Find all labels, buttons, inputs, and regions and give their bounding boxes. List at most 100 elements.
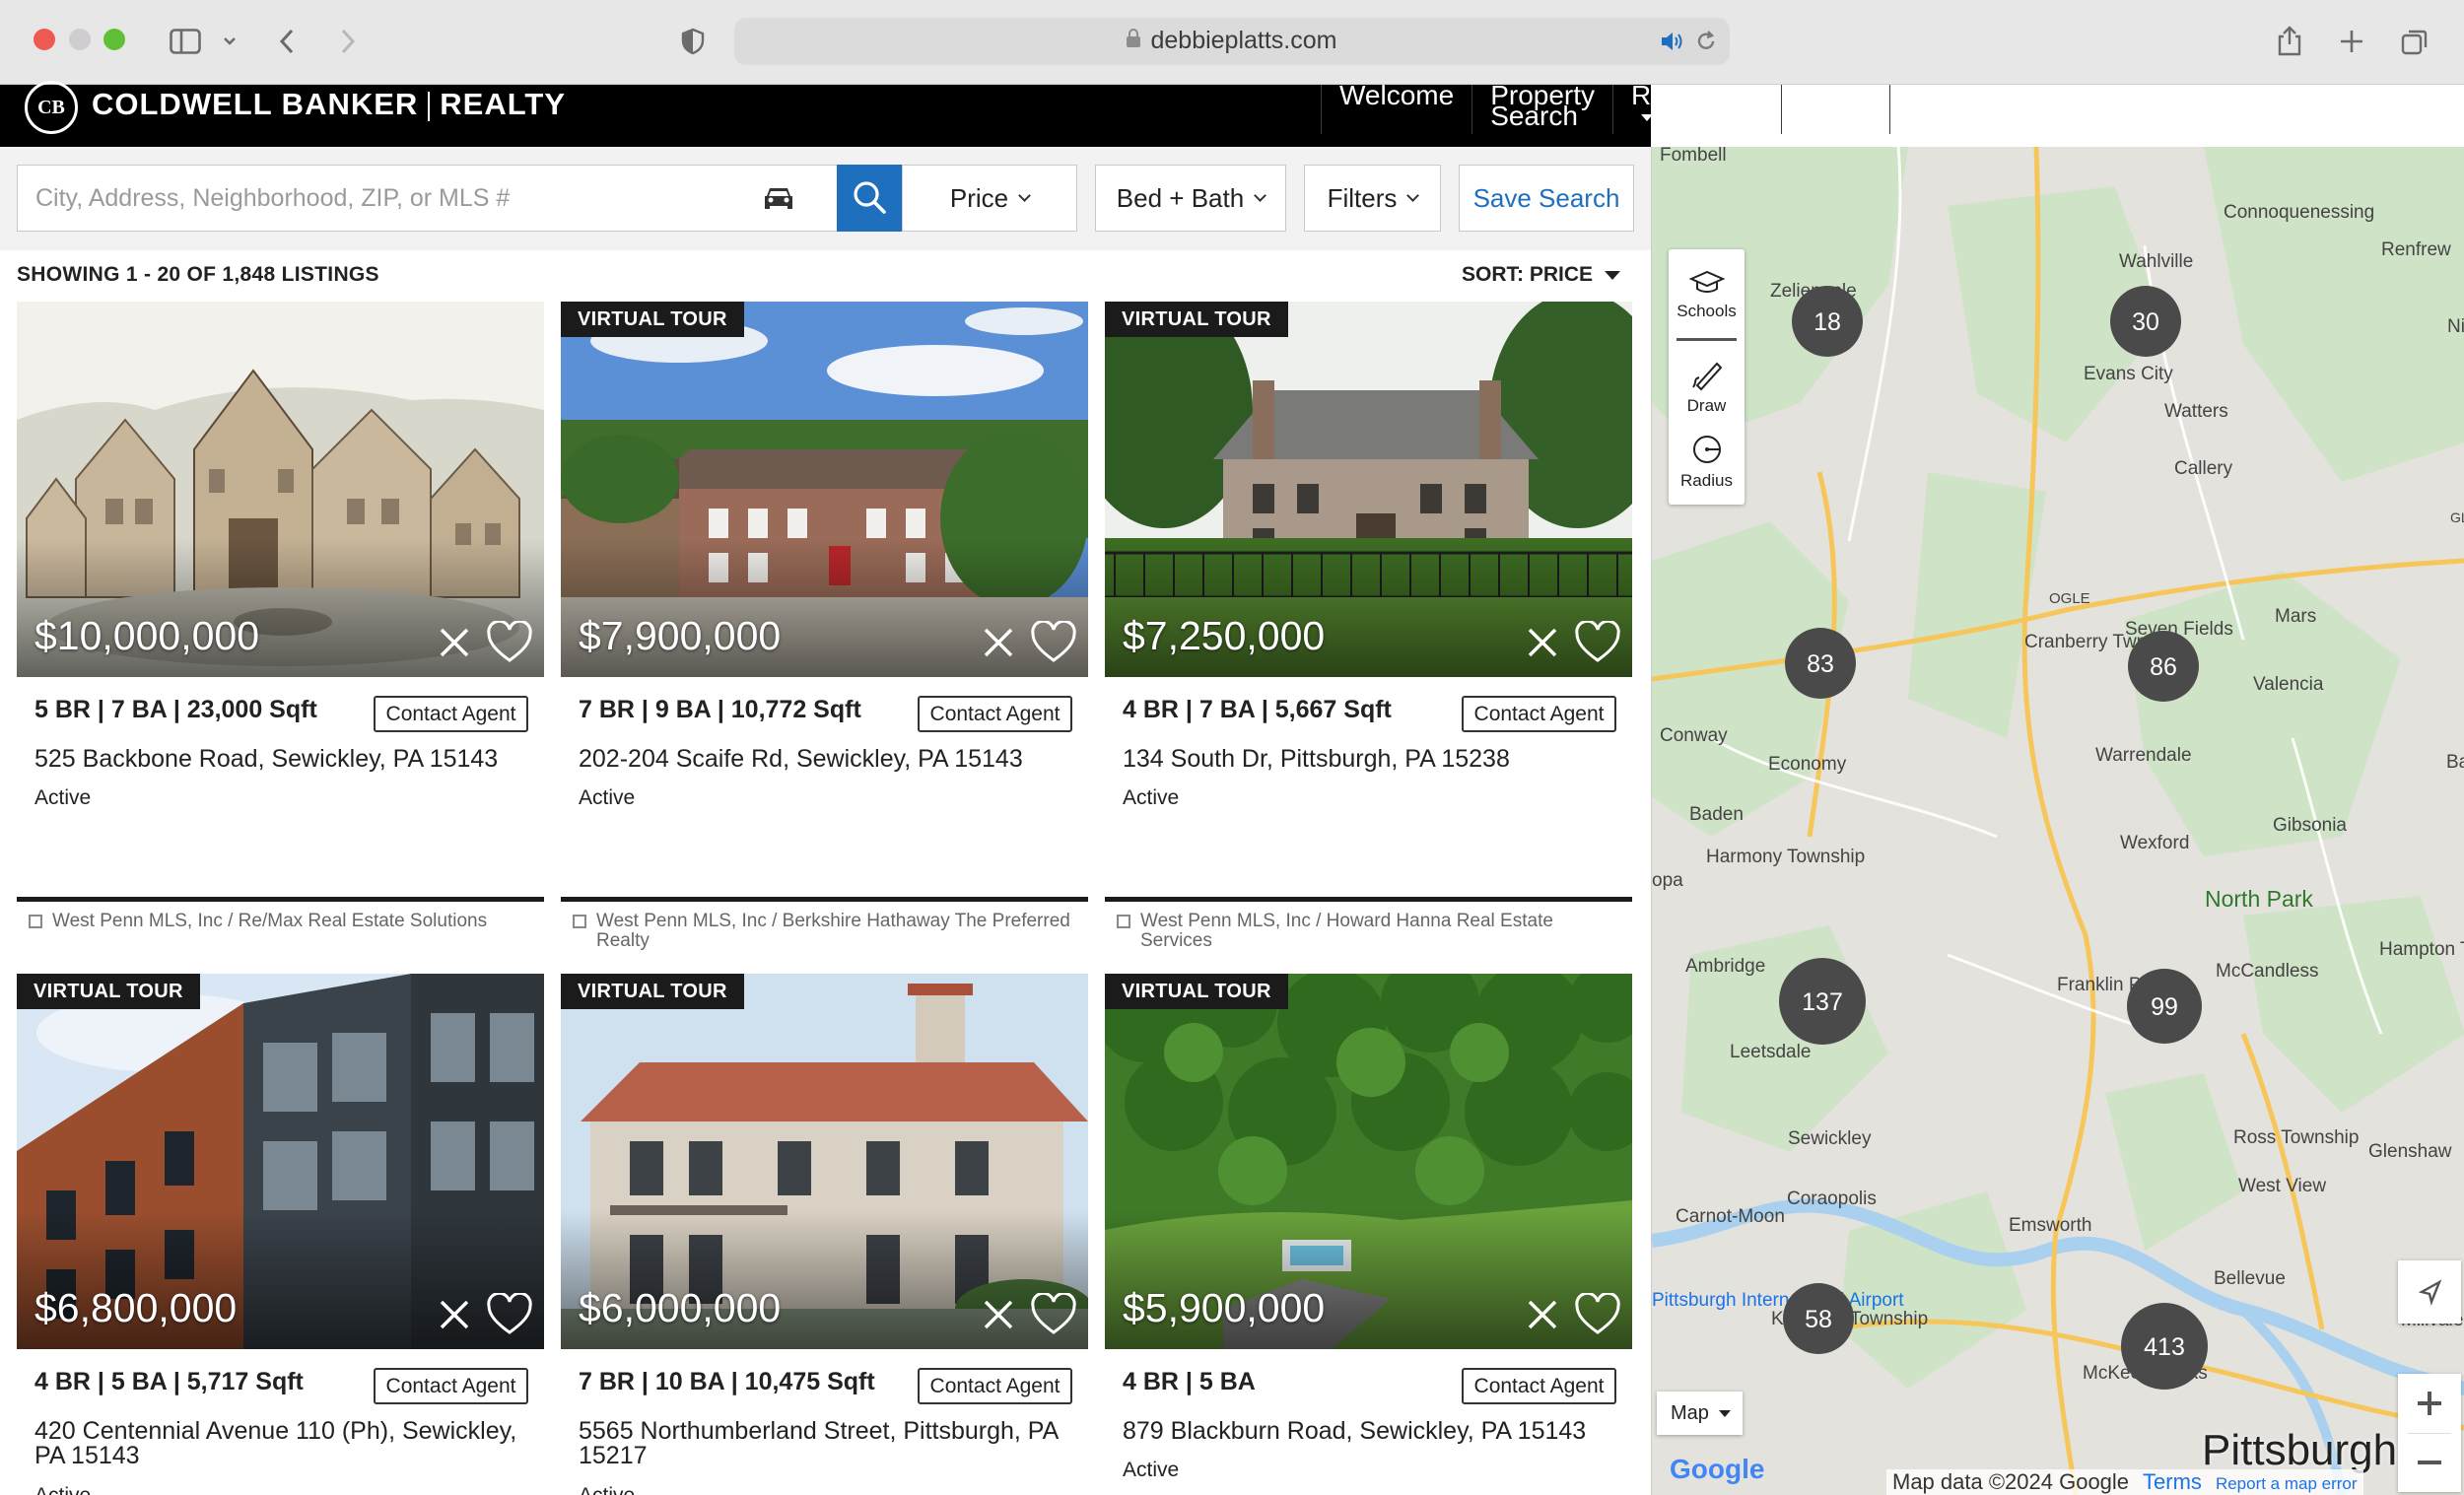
minimize-window-button[interactable] [69, 29, 91, 50]
new-tab-icon[interactable] [2334, 20, 2369, 63]
virtual-tour-badge[interactable]: VIRTUAL TOUR [1105, 302, 1288, 337]
favorite-heart-icon[interactable] [486, 1293, 533, 1336]
brand-divider [428, 91, 431, 121]
filters-button[interactable]: Filters [1304, 165, 1441, 232]
tab-overview-icon[interactable] [2397, 20, 2432, 63]
listing-photo[interactable]: VIRTUAL TOUR $6,800,000 [17, 974, 544, 1349]
map-attribution: Map data ©2024 Google Terms Report a map e… [1886, 1469, 2363, 1495]
dismiss-x-icon[interactable] [438, 626, 471, 659]
zoom-window-button[interactable] [103, 29, 125, 50]
virtual-tour-badge[interactable]: VIRTUAL TOUR [1105, 974, 1288, 1009]
zoom-out-button[interactable] [2398, 1433, 2461, 1492]
listing-stats: 7 BR | 10 BA | 10,475 Sqft [579, 1368, 875, 1395]
listing-photo[interactable]: VIRTUAL TOUR $7,900,000 [561, 302, 1088, 677]
listing-mls-source: West Penn MLS, Inc / Howard Hanna Real E… [1117, 912, 1629, 951]
listing-photo[interactable]: VIRTUAL TOUR $5,900,000 [1105, 974, 1632, 1349]
speaker-icon[interactable] [1659, 30, 1684, 58]
mls-logo-icon [1117, 915, 1130, 928]
virtual-tour-badge[interactable]: VIRTUAL TOUR [561, 302, 744, 337]
listing-address[interactable]: 5565 Northumberland Street, Pittsburgh, … [579, 1419, 1071, 1468]
dismiss-x-icon[interactable] [1526, 626, 1559, 659]
listing-card[interactable]: VIRTUAL TOUR $7,250,000 4 BR | 7 BA | 5,… [1105, 302, 1632, 952]
locate-me-button[interactable] [2398, 1260, 2461, 1324]
terms-link[interactable]: Terms [2143, 1469, 2202, 1494]
favorite-heart-icon[interactable] [1574, 1293, 1621, 1336]
contact-agent-button[interactable]: Contact Agent [918, 696, 1072, 732]
schools-tool[interactable]: Schools [1669, 267, 1745, 321]
brand-logo[interactable]: CB COLDWELL BANKER REALTY [25, 81, 566, 134]
contact-agent-button[interactable]: Contact Agent [374, 696, 528, 732]
report-map-error-link[interactable]: Report a map error [2216, 1474, 2358, 1493]
listing-status: Active [579, 786, 636, 809]
listing-status: Active [34, 786, 92, 809]
listing-price: $5,900,000 [1123, 1285, 1326, 1330]
share-icon[interactable] [2272, 20, 2307, 63]
listing-address[interactable]: 134 South Dr, Pittsburgh, PA 15238 [1123, 747, 1615, 772]
favorite-heart-icon[interactable] [1574, 621, 1621, 664]
map-place-label: West View [2238, 1176, 2326, 1196]
map-place-label: Evans City [2084, 364, 2173, 384]
virtual-tour-badge[interactable]: VIRTUAL TOUR [17, 974, 200, 1009]
listings-map[interactable]: Fombell Connoquenessing Zelienople Renfr… [1651, 147, 2464, 1495]
commute-car-icon[interactable] [759, 179, 798, 219]
nav-item-resources[interactable]: Resources [1612, 82, 1781, 134]
listing-card[interactable]: VIRTUAL TOUR $7,900,000 7 BR | 9 BA | 10… [561, 302, 1088, 952]
listing-address[interactable]: 202-204 Scaife Rd, Sewickley, PA 15143 [579, 747, 1071, 772]
listing-card[interactable]: $10,000,000 5 BR | 7 BA | 23,000 Sqft Co… [17, 302, 544, 952]
browser-toolbar: debbieplatts.com [0, 0, 2464, 85]
map-place-label: Wahlville [2119, 251, 2193, 272]
chevron-down-icon[interactable] [219, 20, 240, 63]
nav-item-property-search[interactable]: Property Search [1472, 82, 1612, 134]
nav-item-contact[interactable]: Contact Debbie Today [1889, 82, 2021, 151]
dismiss-x-icon[interactable] [982, 1298, 1015, 1331]
contact-agent-button[interactable]: Contact Agent [1462, 696, 1616, 732]
listing-card[interactable]: VIRTUAL TOUR $5,900,000 4 BR | 5 BA Cont… [1105, 974, 1632, 1495]
contact-agent-button[interactable]: Contact Agent [918, 1368, 1072, 1404]
save-search-button[interactable]: Save Search [1459, 165, 1634, 232]
map-place-label: Seven Fields [2125, 619, 2233, 640]
listing-address[interactable]: 420 Centennial Avenue 110 (Ph), Sewickle… [34, 1419, 527, 1468]
map-place-label: Emsworth [2009, 1215, 2091, 1236]
map-city-label: Pittsburgh [2202, 1426, 2398, 1474]
map-place-label: McKees Rocks [2083, 1363, 2208, 1384]
map-place-label: Coraopolis [1787, 1189, 1877, 1209]
privacy-shield-icon[interactable] [678, 20, 708, 63]
address-bar[interactable]: debbieplatts.com [734, 18, 1730, 65]
listing-photo[interactable]: VIRTUAL TOUR $6,000,000 [561, 974, 1088, 1349]
sort-dropdown[interactable]: SORT: PRICE [1462, 263, 1621, 287]
contact-agent-button[interactable]: Contact Agent [1462, 1368, 1616, 1404]
sidebar-toggle-icon[interactable] [166, 20, 205, 63]
zoom-controls [2398, 1374, 2461, 1492]
dismiss-x-icon[interactable] [1526, 1298, 1559, 1331]
listing-status: Active [579, 1484, 635, 1495]
listing-photo[interactable]: $10,000,000 [17, 302, 544, 677]
favorite-heart-icon[interactable] [1030, 621, 1077, 664]
search-input[interactable] [35, 166, 725, 231]
favorite-heart-icon[interactable] [486, 621, 533, 664]
dismiss-x-icon[interactable] [982, 626, 1015, 659]
search-button[interactable] [837, 165, 902, 232]
contact-agent-button[interactable]: Contact Agent [374, 1368, 528, 1404]
virtual-tour-badge[interactable]: VIRTUAL TOUR [561, 974, 744, 1009]
zoom-in-button[interactable] [2398, 1374, 2461, 1433]
forward-icon[interactable] [333, 20, 363, 63]
close-window-button[interactable] [34, 29, 55, 50]
back-icon[interactable] [272, 20, 302, 63]
nav-item-about[interactable]: About [1780, 82, 1889, 134]
map-type-dropdown[interactable]: Map [1657, 1392, 1743, 1435]
listing-card[interactable]: VIRTUAL TOUR $6,800,000 4 BR | 5 BA | 5,… [17, 974, 544, 1495]
price-filter-button[interactable]: Price [902, 165, 1077, 232]
listing-photo[interactable]: VIRTUAL TOUR $7,250,000 [1105, 302, 1632, 677]
dismiss-x-icon[interactable] [438, 1298, 471, 1331]
location-arrow-icon [2418, 1279, 2442, 1306]
user-account-icon[interactable] [2361, 85, 2408, 120]
favorite-heart-icon[interactable] [1030, 1293, 1077, 1336]
bed-bath-filter-button[interactable]: Bed + Bath [1095, 165, 1286, 232]
listing-address[interactable]: 525 Backbone Road, Sewickley, PA 15143 [34, 747, 527, 772]
radius-tool[interactable]: Radius [1669, 433, 1745, 491]
draw-tool[interactable]: Draw [1669, 358, 1745, 416]
listing-address[interactable]: 879 Blackburn Road, Sewickley, PA 15143 [1123, 1419, 1615, 1444]
reload-icon[interactable] [1694, 30, 1718, 58]
nav-item-welcome[interactable]: Welcome [1321, 82, 1472, 134]
listing-card[interactable]: VIRTUAL TOUR $6,000,000 7 BR | 10 BA | 1… [561, 974, 1088, 1495]
